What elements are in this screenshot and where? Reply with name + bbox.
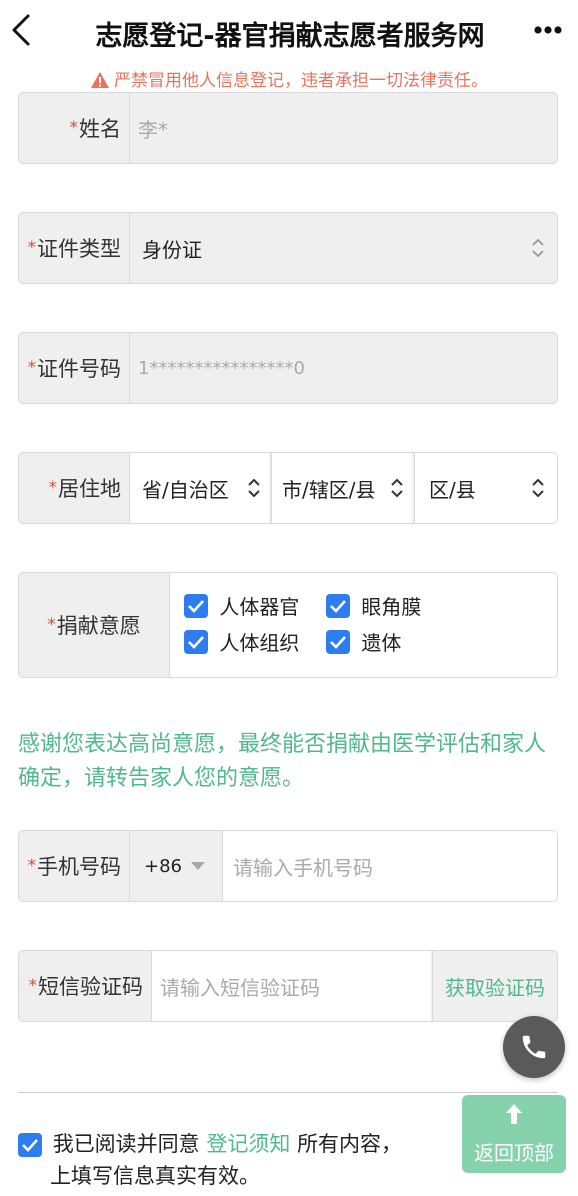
select-arrows-icon	[391, 478, 403, 498]
option-tissue[interactable]: 人体组织	[184, 627, 299, 656]
option-body[interactable]: 遗体	[326, 627, 401, 656]
back-button[interactable]	[6, 10, 40, 50]
name-field[interactable]: 李*	[130, 93, 557, 163]
id-type-select[interactable]: 身份证	[130, 213, 557, 283]
district-value: 区/县	[429, 477, 476, 502]
more-button[interactable]	[526, 12, 570, 48]
sms-row: * 短信验证码 请输入短信验证码 获取验证码	[18, 950, 558, 1022]
option-organ[interactable]: 人体器官	[184, 591, 299, 620]
phone-input[interactable]: 请输入手机号码	[223, 831, 557, 901]
sms-input[interactable]: 请输入短信验证码	[152, 951, 431, 1021]
legal-warning: 严禁冒用他人信息登记，违者承担一切法律责任。	[0, 66, 578, 94]
id-type-label: * 证件类型	[27, 237, 122, 261]
id-number-value: 1****************0	[138, 357, 305, 379]
name-row: * 姓名 李*	[18, 92, 558, 164]
back-to-top-button[interactable]: 返回顶部	[462, 1095, 566, 1173]
checkbox-checked-icon[interactable]	[326, 629, 350, 654]
more-dots-icon	[534, 26, 562, 34]
checkbox-checked-icon[interactable]	[326, 593, 350, 618]
city-select[interactable]: 市/辖区/县	[272, 453, 412, 523]
caret-down-icon	[191, 862, 205, 870]
id-type-value: 身份证	[142, 237, 202, 262]
select-arrows-icon	[532, 238, 544, 258]
top-bar: 志愿登记-器官捐献志愿者服务网	[0, 0, 578, 62]
donation-row: * 捐献意愿 人体器官 眼角膜 人体组织 遗体	[18, 572, 558, 678]
residence-label: * 居住地	[48, 477, 122, 501]
name-value: 李*	[138, 117, 168, 142]
id-type-row: * 证件类型 身份证	[18, 212, 558, 284]
phone-icon	[522, 1035, 546, 1059]
notice-text: 感谢您表达高尚意愿，最终能否捐献由医学评估和家人确定，请转告家人您的意愿。	[18, 732, 547, 791]
warning-icon	[90, 71, 110, 94]
donation-label: * 捐献意愿	[47, 614, 141, 638]
chevron-left-icon	[12, 14, 30, 46]
city-value: 市/辖区/县	[282, 477, 376, 502]
phone-row: * 手机号码 +86 请输入手机号码	[18, 830, 558, 902]
warning-text: 严禁冒用他人信息登记，违者承担一切法律责任。	[114, 71, 488, 91]
agreement: 我已阅读并同意 登记须知 所有内容， 上填写信息真实有效。	[18, 1128, 468, 1192]
select-arrows-icon	[248, 478, 260, 498]
district-select[interactable]: 区/县	[415, 453, 557, 523]
arrow-up-icon	[506, 1104, 522, 1124]
back-to-top-label: 返回顶部	[474, 1141, 554, 1165]
sms-placeholder: 请输入短信验证码	[160, 975, 320, 1000]
get-code-button[interactable]: 获取验证码	[433, 951, 557, 1021]
checkbox-checked-icon[interactable]	[184, 629, 208, 654]
checkbox-checked-icon[interactable]	[18, 1133, 42, 1157]
option-cornea[interactable]: 眼角膜	[326, 591, 421, 620]
country-code-select[interactable]: +86	[130, 831, 221, 901]
province-value: 省/自治区	[142, 477, 229, 502]
registration-notice-link[interactable]: 登记须知	[206, 1132, 290, 1156]
id-number-label: * 证件号码	[27, 357, 122, 381]
sms-label: * 短信验证码	[28, 975, 144, 999]
select-arrows-icon	[532, 478, 544, 498]
residence-row: * 居住地 省/自治区 市/辖区/县 区/县	[18, 452, 558, 524]
id-number-row: * 证件号码 1****************0	[18, 332, 558, 404]
divider	[18, 1092, 558, 1093]
call-button[interactable]	[503, 1016, 565, 1078]
checkbox-checked-icon[interactable]	[184, 593, 208, 618]
country-code-value: +86	[144, 855, 182, 877]
name-label: * 姓名	[69, 117, 122, 141]
id-number-field[interactable]: 1****************0	[130, 333, 557, 403]
phone-placeholder: 请输入手机号码	[233, 855, 373, 880]
donation-options: 人体器官 眼角膜 人体组织 遗体	[170, 573, 557, 677]
phone-label: * 手机号码	[27, 855, 122, 879]
province-select[interactable]: 省/自治区	[130, 453, 269, 523]
page-title: 志愿登记-器官捐献志愿者服务网	[95, 21, 485, 52]
